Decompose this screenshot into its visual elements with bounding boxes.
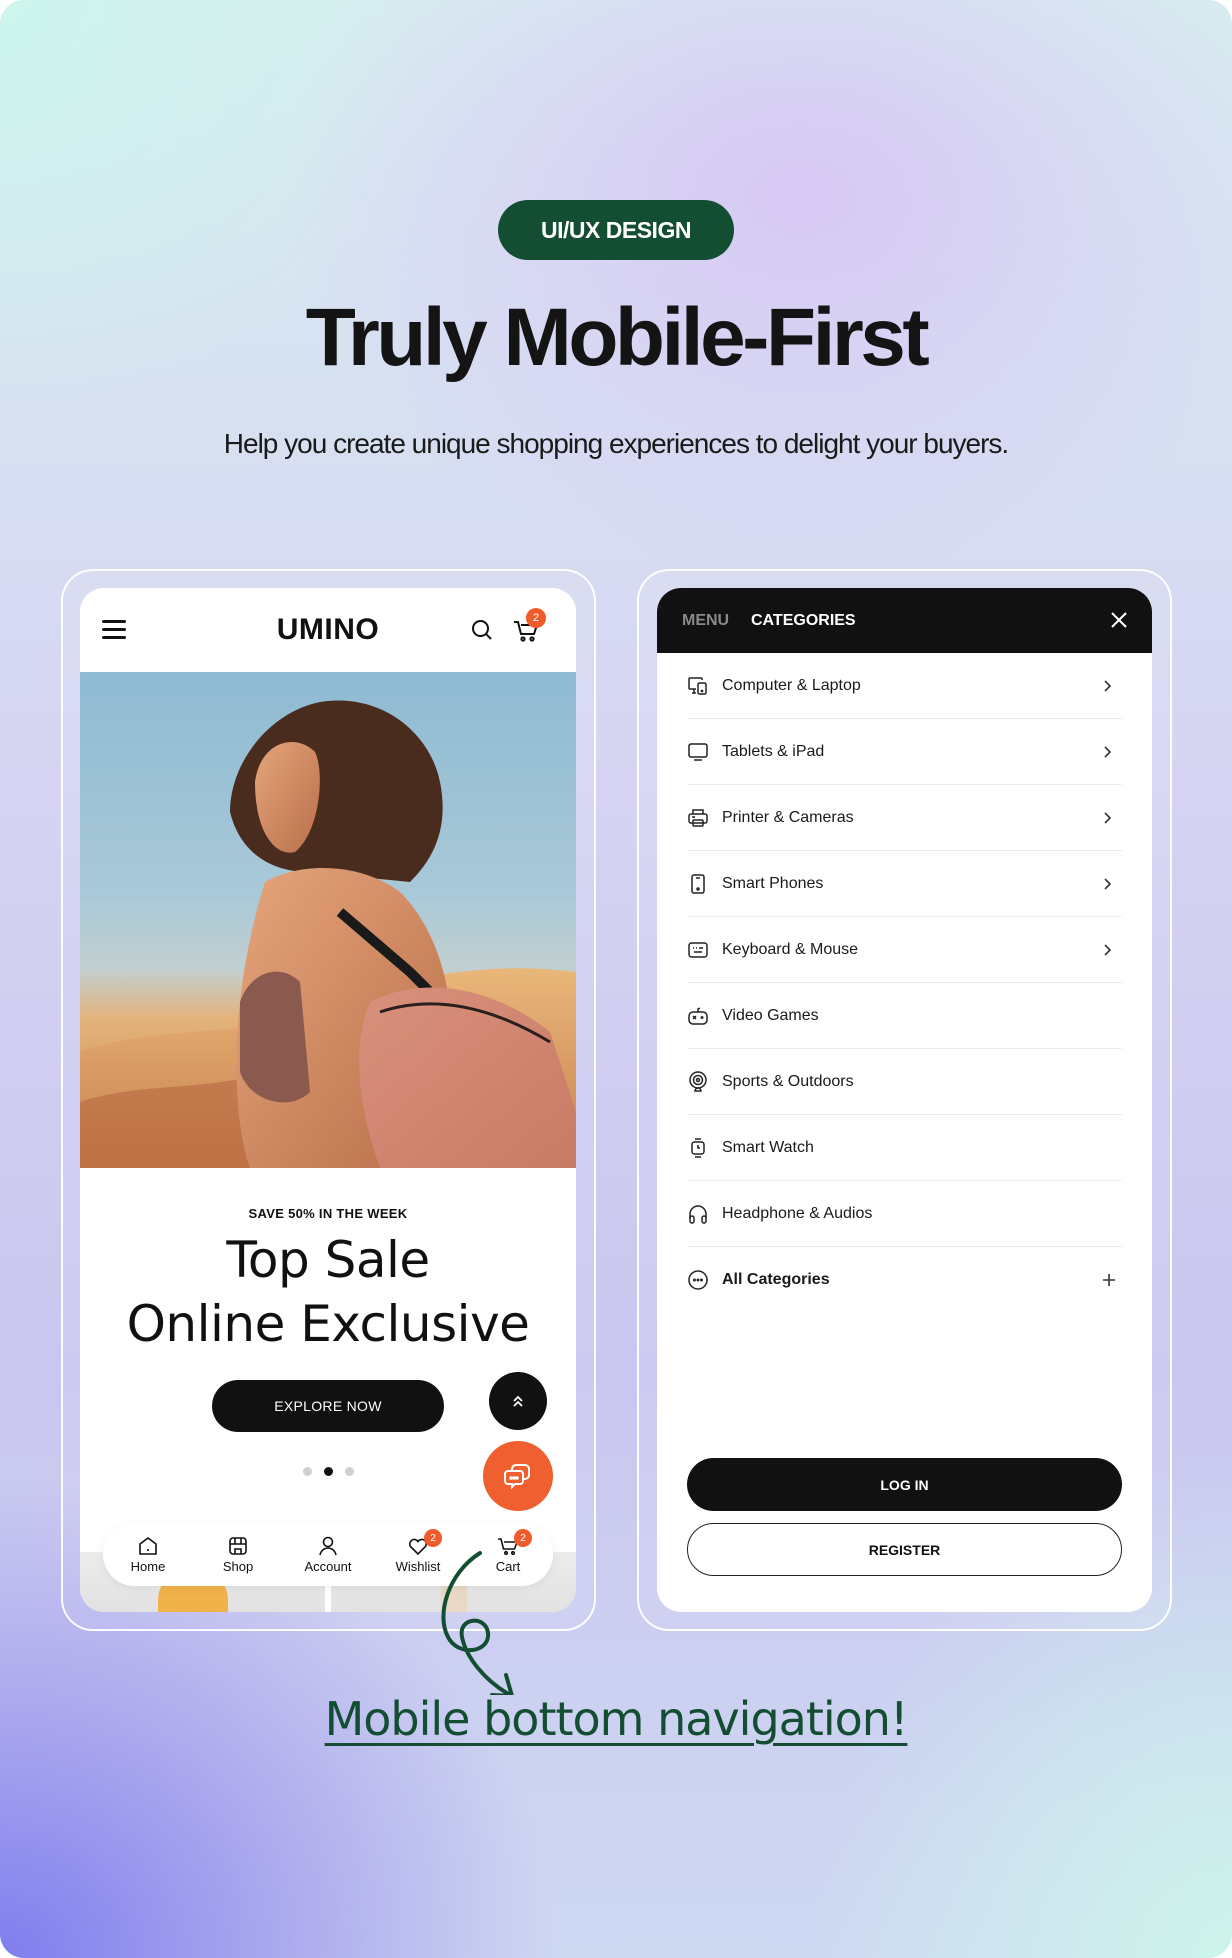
category-item-video-games[interactable]: Video Games [687,983,1122,1049]
hero-banner-image [80,672,576,1168]
chat-button[interactable] [483,1441,553,1511]
chevron-right-icon [1104,679,1112,692]
double-chevron-up-icon [513,1395,523,1407]
watch-icon [691,1137,705,1158]
cart-count-badge: 2 [526,608,546,628]
category-label: Computer & Laptop [722,676,861,694]
tab-menu[interactable]: MENU [682,588,729,653]
nav-label: Shop [222,1559,254,1574]
brand-logo[interactable]: UMINO [80,610,576,650]
phone-icon [691,873,705,894]
category-item-printer-cameras[interactable]: Printer & Cameras [687,785,1122,851]
category-item-tablets-ipad[interactable]: Tablets & iPad [687,719,1122,785]
category-item-headphone-audios[interactable]: Headphone & Audios [687,1181,1122,1247]
category-item-smart-phones[interactable]: Smart Phones [687,851,1122,917]
plus-icon[interactable] [1102,1273,1116,1287]
chat-bubbles-icon [504,1464,530,1490]
sports-icon [689,1070,707,1092]
category-item-sports-outdoors[interactable]: Sports & Outdoors [687,1049,1122,1115]
category-item-keyboard-mouse[interactable]: Keyboard & Mouse [687,917,1122,983]
carousel-dot-3[interactable] [344,1467,354,1476]
promo-title-line1: Top Sale [226,1231,430,1289]
login-button[interactable]: LOG IN [687,1458,1122,1511]
close-icon[interactable] [1110,611,1128,629]
account-icon [319,1536,337,1556]
page-title: Truly Mobile-First [305,292,930,383]
category-label: Printer & Cameras [722,808,854,826]
category-tag: UI/UX DESIGN [498,200,734,260]
carousel-dot-1[interactable] [302,1467,312,1476]
mobile-header: UMINO 2 [80,588,576,672]
printer-icon [688,808,708,827]
scroll-to-top-button[interactable] [489,1372,547,1430]
more-icon [688,1270,708,1290]
tab-categories[interactable]: CATEGORIES [751,588,856,653]
chevron-right-icon [1104,877,1112,890]
shop-icon [229,1537,247,1555]
gamepad-icon [688,1006,708,1025]
category-label: All Categories [722,1271,830,1288]
nav-item-home[interactable]: Home [108,1535,188,1574]
category-label: Keyboard & Mouse [722,940,859,958]
category-label: Sports & Outdoors [722,1072,854,1090]
search-icon[interactable] [470,618,494,642]
chevron-right-icon [1104,811,1112,824]
promo-eyebrow: SAVE 50% IN THE WEEK [248,1206,408,1221]
category-label: Headphone & Audios [722,1204,873,1222]
nav-item-account[interactable]: Account [288,1535,368,1574]
chevron-right-icon [1104,745,1112,758]
computer-icon [688,676,707,695]
home-icon [139,1537,157,1555]
explore-now-button[interactable]: EXPLORE NOW [212,1380,444,1432]
category-item-computer-laptop[interactable]: Computer & Laptop [687,653,1122,719]
category-item-all-categories[interactable]: All Categories [687,1247,1122,1313]
nav-label: Home [130,1559,166,1574]
curly-arrow-icon [441,1551,514,1695]
background-canvas: UI/UX DESIGN Truly Mobile-First Help you… [0,0,1232,1958]
keyboard-icon [688,941,708,958]
left-phone-screen: UMINO 2 SAVE 50% IN THE WEEK Top Sale On… [80,588,576,1612]
promo-title-line2: Online Exclusive [126,1295,530,1353]
category-label: Smart Watch [722,1138,814,1156]
register-button[interactable]: REGISTER [687,1523,1122,1576]
tablet-icon [688,742,708,761]
header-cart-button[interactable]: 2 [512,608,546,644]
nav-item-shop[interactable]: Shop [198,1535,278,1574]
carousel-dot-2[interactable] [323,1467,333,1476]
category-item-smart-watch[interactable]: Smart Watch [687,1115,1122,1181]
category-label: Video Games [722,1006,819,1024]
annotation-text: Mobile bottom navigation! [324,1692,909,1746]
promo-title: Top Sale Online Exclusive [80,1228,576,1356]
page-subtitle: Help you create unique shopping experien… [223,428,1009,459]
headphone-icon [689,1204,707,1224]
nav-label: Account [304,1559,352,1574]
menu-drawer-header: MENU CATEGORIES [657,588,1152,653]
category-list: Computer & Laptop Tablets & iPad Printer… [687,653,1122,1313]
right-phone-screen: MENU CATEGORIES Computer & Laptop Tablet… [657,588,1152,1612]
category-label: Smart Phones [722,874,824,892]
chevron-right-icon [1104,943,1112,956]
model-with-bag-illustration [80,700,576,1168]
category-label: Tablets & iPad [722,742,825,760]
